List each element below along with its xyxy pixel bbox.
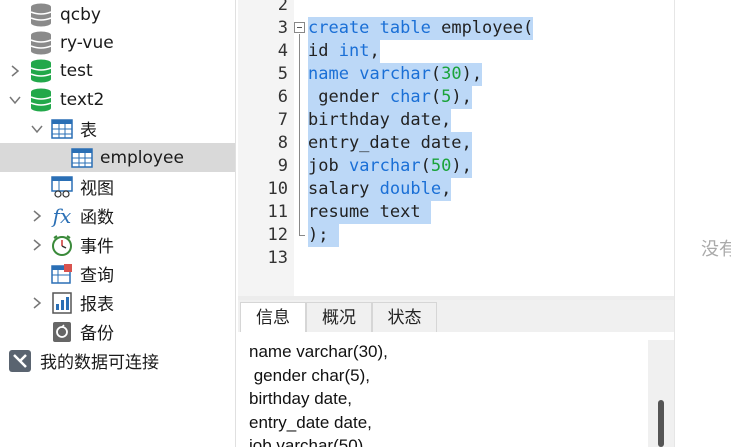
tree-item-connection[interactable]: 我的数据可连接 [0, 346, 235, 375]
sql-editor[interactable]: 2 3 4 5 6 7 8 9 10 11 12 13 create table… [238, 0, 674, 296]
line-number: 7 [277, 110, 288, 130]
query-icon [50, 262, 74, 286]
code-line: job varchar(50), [308, 155, 472, 178]
tab-info[interactable]: 信息 [240, 302, 306, 332]
fold-collapse-icon[interactable] [294, 22, 305, 33]
view-icon [50, 175, 74, 199]
line-number: 13 [267, 248, 288, 268]
tree-item-label: ry-vue [60, 32, 114, 53]
keyword: double [379, 179, 442, 199]
info-line: entry_date date, [249, 413, 372, 432]
line-number: 3 [277, 18, 288, 38]
backup-icon [50, 320, 74, 344]
tree-item-text2[interactable]: text2 [0, 85, 235, 114]
right-panel-hint: 没有 [701, 239, 731, 260]
database-icon [29, 3, 53, 27]
database-icon [29, 88, 53, 112]
number-literal: 50 [430, 156, 452, 176]
number-literal: 30 [441, 64, 462, 84]
code-line: salary double, [308, 178, 452, 201]
tree-item-label: 函数 [80, 208, 114, 228]
info-line: birthday date, [249, 389, 353, 408]
keyword: varchar [348, 156, 421, 176]
code-line: id int, [308, 40, 380, 63]
chevron-right-icon[interactable] [29, 208, 45, 224]
table-icon [70, 146, 94, 170]
database-icon [29, 31, 53, 55]
tree-item-label: qcby [60, 4, 101, 25]
sidebar-splitter[interactable] [235, 0, 236, 447]
info-line: job varchar(50), [249, 436, 369, 447]
info-line: name varchar(30), [249, 342, 388, 361]
fold-guide [299, 34, 300, 236]
code-line: name varchar(30), [308, 63, 483, 86]
code-line: ); [308, 224, 339, 247]
report-icon [50, 291, 74, 315]
tree-item-test[interactable]: test [0, 56, 235, 85]
tree-item-reports[interactable]: 报表 [0, 288, 235, 317]
line-number: 8 [277, 133, 288, 153]
line-number: 5 [277, 64, 288, 84]
line-number: 4 [277, 41, 288, 61]
tree-item-label: 报表 [80, 295, 114, 315]
line-number: 2 [277, 0, 288, 15]
line-number: 12 [267, 225, 288, 245]
tab-overview[interactable]: 概况 [306, 302, 372, 332]
tree-item-qcby[interactable]: qcby [0, 0, 235, 29]
tree-item-label: employee [100, 147, 184, 168]
tree-item-label: 查询 [80, 266, 114, 286]
line-number: 9 [277, 156, 288, 176]
tree-item-backup[interactable]: 备份 [0, 317, 235, 346]
table-folder-icon [50, 117, 74, 141]
right-panel [674, 0, 731, 447]
line-number: 11 [267, 202, 288, 222]
tree-item-events[interactable]: 事件 [0, 230, 235, 259]
keyword: int [338, 41, 370, 61]
tree-item-employee[interactable]: employee [0, 143, 235, 172]
keyword: name [308, 64, 349, 84]
connection-icon [8, 349, 32, 373]
fold-guide-end [299, 235, 305, 236]
tree-item-label: 备份 [80, 324, 114, 344]
chevron-down-icon[interactable] [29, 121, 45, 137]
chevron-right-icon[interactable] [29, 295, 45, 311]
event-clock-icon [50, 233, 74, 257]
code-line: create table employee( [308, 17, 534, 40]
tree-item-queries[interactable]: 查询 [0, 259, 235, 288]
tree-item-label: 我的数据可连接 [40, 353, 159, 373]
tree-item-label: test [60, 60, 93, 81]
tree-item-label: 视图 [80, 179, 114, 199]
tree-item-functions[interactable]: fx 函数 [0, 201, 235, 230]
number-literal: 5 [441, 87, 452, 107]
database-icon [29, 59, 53, 83]
tree-item-tables[interactable]: 表 [0, 114, 235, 143]
line-number-gutter: 2 3 4 5 6 7 8 9 10 11 12 13 [238, 0, 294, 296]
code-line: resume text [308, 201, 431, 224]
function-icon: fx [52, 203, 72, 228]
chevron-right-icon[interactable] [7, 63, 23, 79]
info-line: gender char(5), [249, 366, 370, 385]
tab-status[interactable]: 状态 [372, 302, 437, 332]
info-scrollbar-thumb[interactable] [658, 400, 664, 447]
line-number: 6 [277, 87, 288, 107]
code-line: entry_date date, [308, 132, 472, 155]
tree-item-label: 事件 [80, 237, 114, 257]
keyword: table [379, 18, 431, 38]
code-line: gender char(5), [308, 86, 472, 109]
tree-item-label: 表 [80, 121, 97, 141]
chevron-right-icon[interactable] [29, 237, 45, 253]
keyword: create [308, 18, 370, 38]
chevron-down-icon[interactable] [7, 92, 23, 108]
tree-item-views[interactable]: 视图 [0, 172, 235, 201]
code-line: birthday date, [308, 109, 452, 132]
line-number: 10 [267, 179, 288, 199]
tree-item-label: text2 [60, 89, 105, 110]
info-pane: name varchar(30), gender char(5), birthd… [238, 332, 674, 447]
keyword: varchar [359, 64, 431, 84]
info-tabs: 信息 概况 状态 [238, 300, 674, 332]
keyword: char [389, 87, 431, 107]
object-tree-sidebar: qcby ry-vue test text2 表 employee 视图 fx … [0, 0, 235, 447]
tree-item-ry-vue[interactable]: ry-vue [0, 28, 235, 57]
